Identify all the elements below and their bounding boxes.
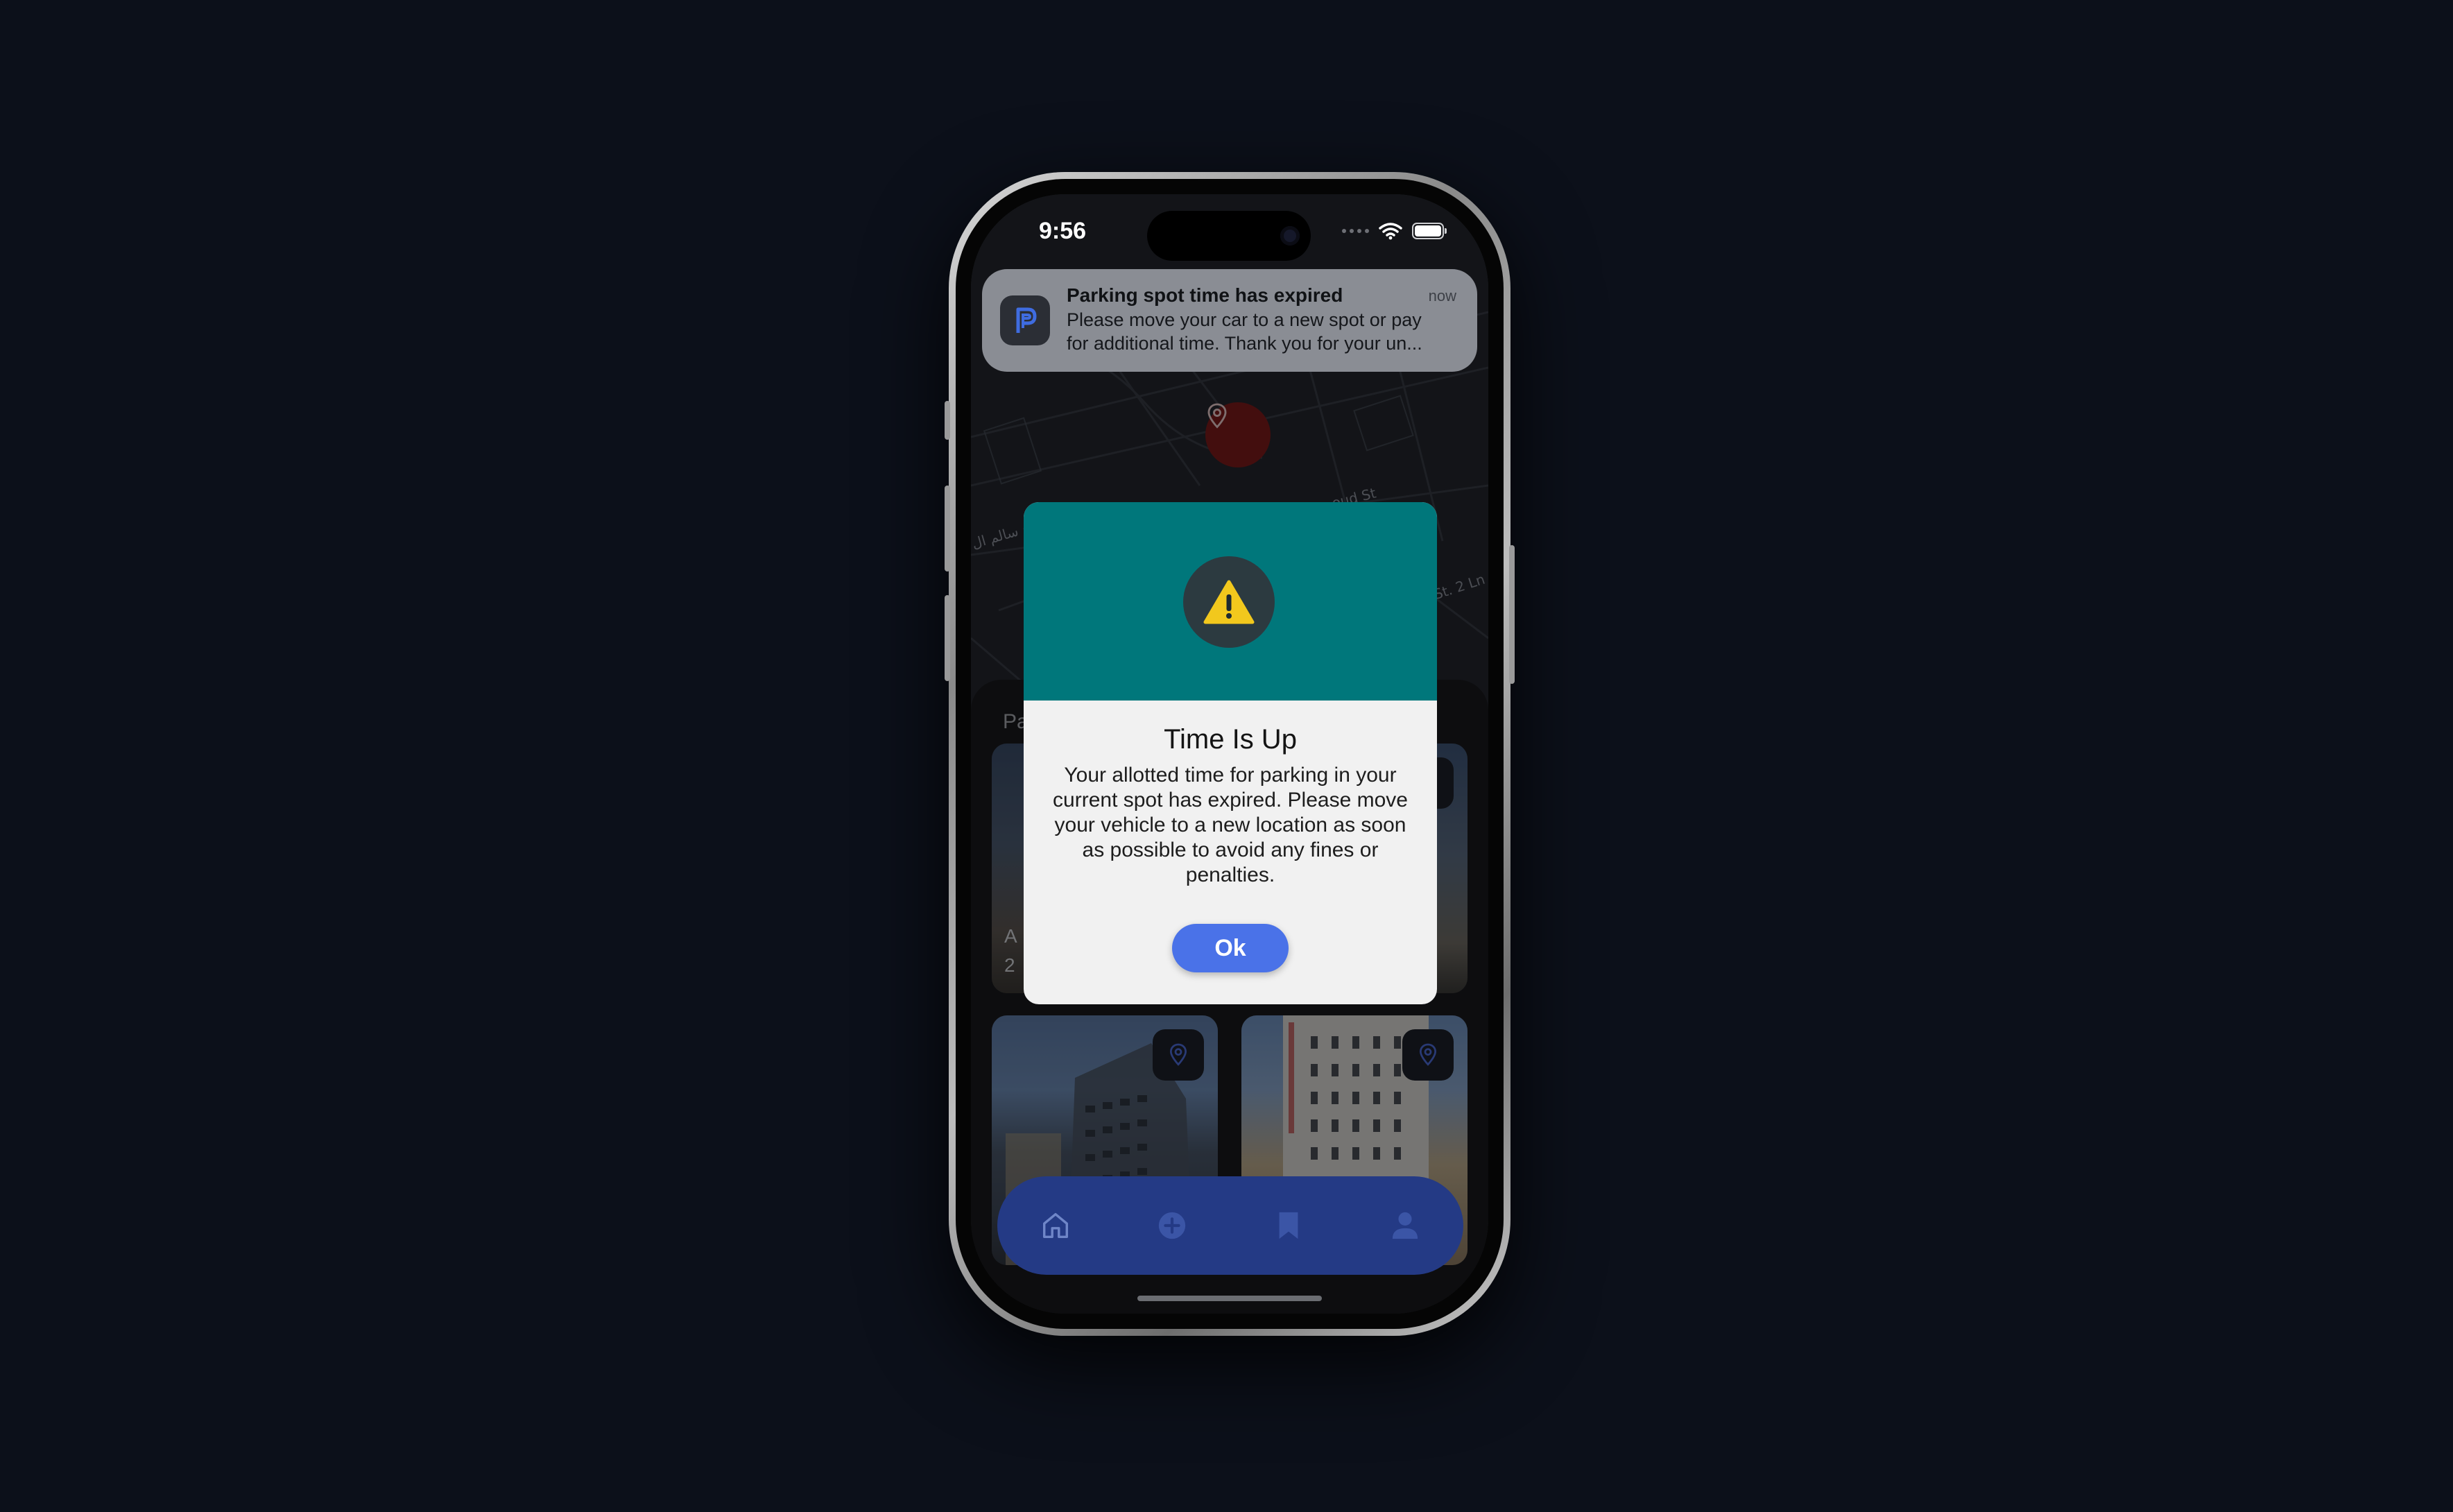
dynamic-island	[1147, 211, 1311, 261]
status-icons	[1342, 222, 1447, 240]
notification-time: now	[1428, 287, 1456, 304]
wifi-icon	[1379, 223, 1402, 240]
dialog-header	[1024, 502, 1437, 701]
phone-screen: oud St St. 2 Ln ع سالم ال Pa A 2 9:56 Pa…	[971, 194, 1488, 1314]
ok-button[interactable]: Ok	[1172, 924, 1289, 972]
bookmark-icon	[1279, 1212, 1298, 1239]
status-time: 9:56	[1039, 218, 1087, 244]
power-button	[1509, 545, 1515, 684]
home-icon	[1042, 1212, 1069, 1239]
camera-icon	[1280, 226, 1300, 246]
notification-title: Parking spot time has expired	[1067, 284, 1343, 306]
battery-icon	[1412, 223, 1447, 239]
dialog-title: Time Is Up	[1164, 724, 1297, 755]
bottom-nav	[997, 1176, 1463, 1275]
warning-icon-circle	[1183, 556, 1275, 648]
cellular-signal-icon	[1342, 229, 1369, 233]
add-circle-icon	[1158, 1212, 1186, 1239]
time-up-dialog: Time Is Up Your allotted time for parkin…	[1024, 502, 1437, 1004]
person-icon	[1392, 1212, 1418, 1239]
notification-body-line: Please move your car to a new spot or pa…	[1067, 309, 1422, 330]
notification-body: Please move your car to a new spot or pa…	[1067, 308, 1462, 355]
warning-icon	[1203, 580, 1255, 624]
action-button	[945, 401, 950, 440]
nav-profile[interactable]	[1377, 1198, 1433, 1253]
nav-home[interactable]	[1028, 1198, 1083, 1253]
nav-add[interactable]	[1144, 1198, 1200, 1253]
dialog-message: Your allotted time for parking in your c…	[1053, 764, 1408, 886]
parking-p-icon	[1000, 295, 1050, 345]
notification-banner[interactable]: Parking spot time has expired now Please…	[982, 269, 1477, 372]
volume-up-button	[945, 486, 950, 572]
home-indicator[interactable]	[1137, 1296, 1322, 1301]
volume-down-button	[945, 595, 950, 681]
nav-bookmarks[interactable]	[1261, 1198, 1316, 1253]
notification-body-line: for additional time. Thank you for your …	[1067, 333, 1422, 354]
